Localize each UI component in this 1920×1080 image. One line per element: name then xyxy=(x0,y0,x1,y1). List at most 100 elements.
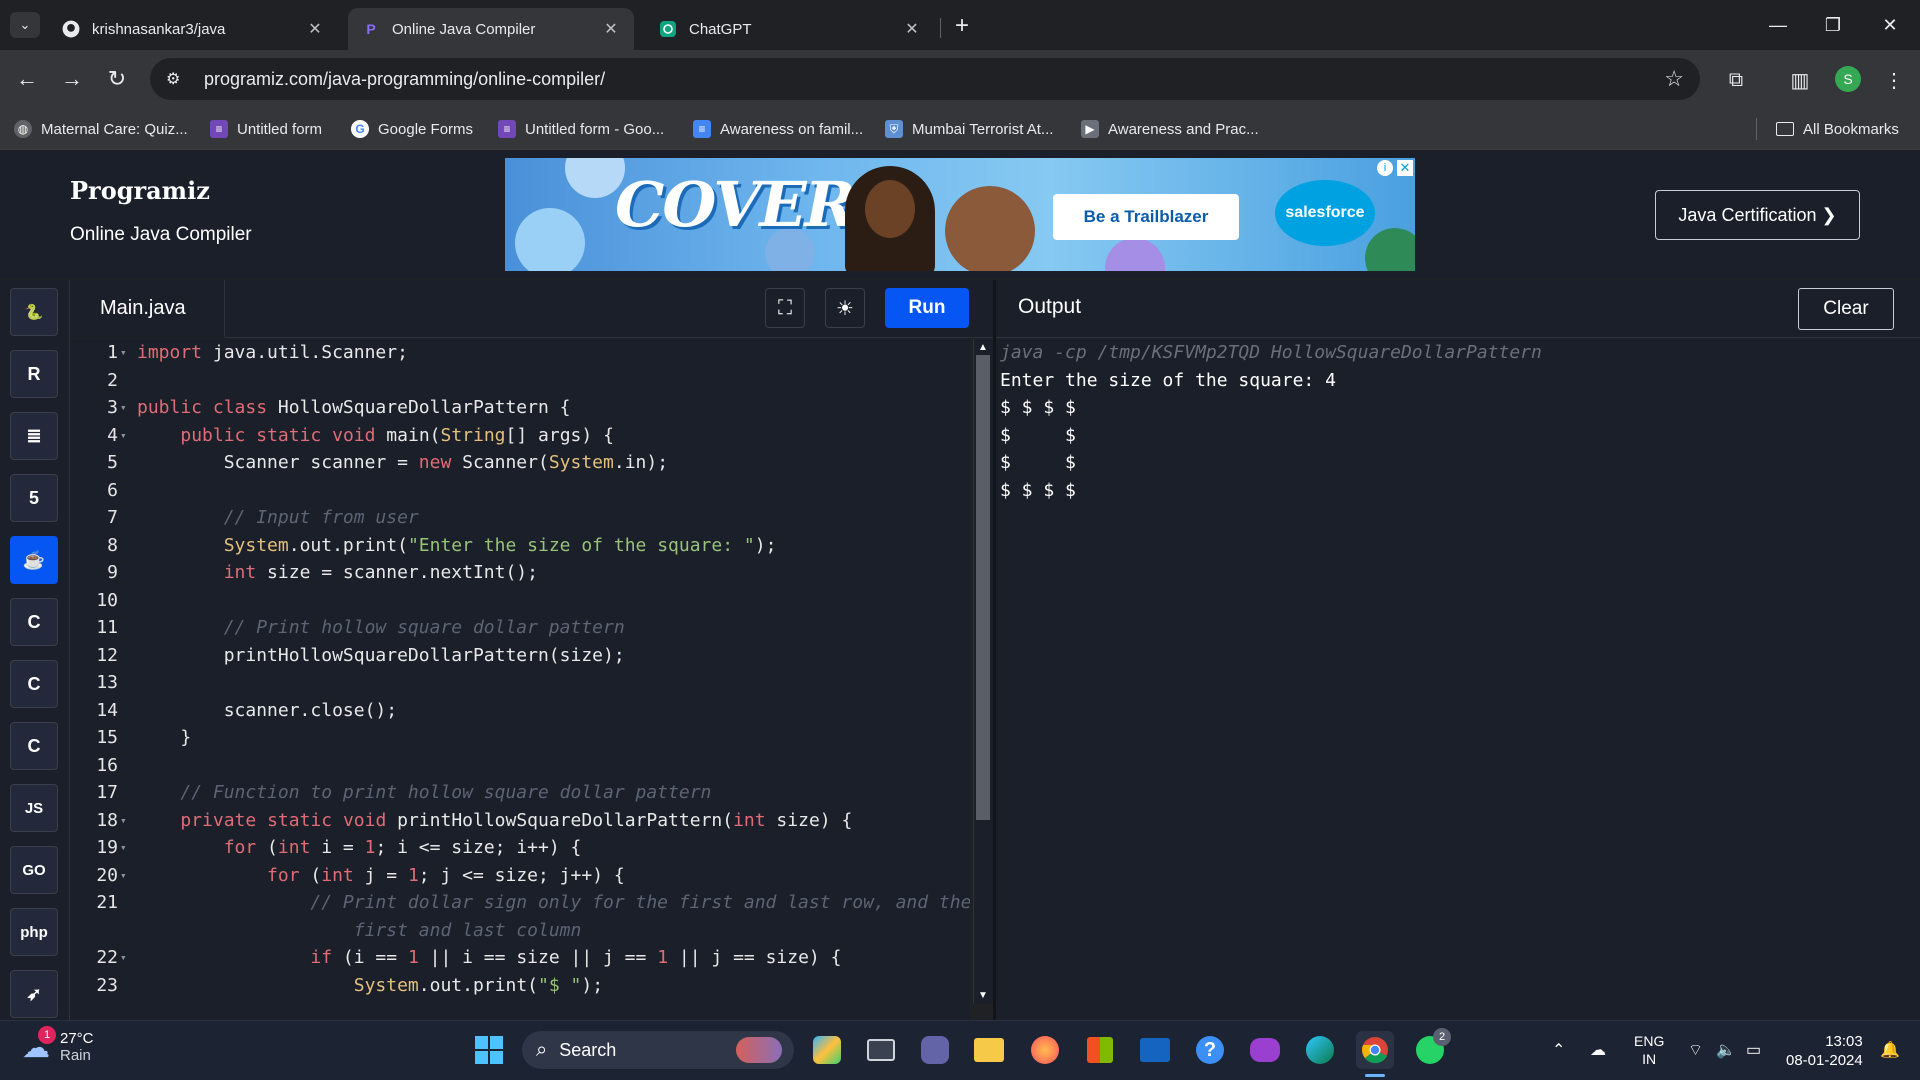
clear-button[interactable]: Clear xyxy=(1798,288,1894,330)
tab-chatgpt[interactable]: ChatGPT ✕ xyxy=(645,8,935,50)
chrome-icon[interactable] xyxy=(1356,1031,1394,1069)
code-line[interactable]: 4 ▾ public static void main(String[] args… xyxy=(70,422,970,450)
menu-icon[interactable]: ⋮ xyxy=(1880,66,1908,94)
chevron-up-icon[interactable]: ⌃ xyxy=(1552,1040,1565,1060)
game-icon[interactable] xyxy=(1246,1031,1284,1069)
restore-icon[interactable]: ❐ xyxy=(1815,10,1851,40)
tab-online-java-compiler[interactable]: P Online Java Compiler ✕ xyxy=(348,8,634,50)
code-line[interactable]: 10 xyxy=(70,587,970,615)
ad-banner[interactable]: COVER Be a Trailblazer salesforce i ✕ xyxy=(505,158,1415,271)
lang-sql-icon[interactable]: ≣ xyxy=(10,412,58,460)
fold-arrow-icon[interactable]: ▾ xyxy=(120,862,127,890)
file-explorer-icon[interactable] xyxy=(970,1031,1008,1069)
code-line[interactable]: 13 xyxy=(70,669,970,697)
lang-java-icon[interactable]: ☕ xyxy=(10,536,58,584)
code-line[interactable]: 1 ▾ import java.util.Scanner; xyxy=(70,339,970,367)
extensions-icon[interactable]: ⧉ xyxy=(1722,66,1750,94)
minimize-icon[interactable]: — xyxy=(1760,10,1796,40)
fullscreen-icon[interactable]: ⛶ xyxy=(765,288,805,328)
bookmark-item[interactable]: ◍ Maternal Care: Quiz... xyxy=(14,116,188,142)
code-line[interactable]: 16 xyxy=(70,752,970,780)
close-icon[interactable]: ✕ xyxy=(602,19,620,39)
ad-cta-button[interactable]: Be a Trailblazer xyxy=(1053,194,1239,240)
onedrive-icon[interactable]: ☁ xyxy=(1590,1040,1606,1060)
lang-cpp-icon[interactable]: C xyxy=(10,660,58,708)
ad-info-icon[interactable]: i xyxy=(1377,160,1393,176)
battery-icon[interactable]: ▭ xyxy=(1746,1040,1761,1060)
new-tab-button[interactable]: + xyxy=(948,12,976,40)
weather-widget[interactable]: ☁ 1 27°C Rain xyxy=(22,1026,94,1064)
back-icon[interactable]: ← xyxy=(12,64,42,94)
address-bar[interactable]: ⚙ programiz.com/java-programming/online-… xyxy=(150,58,1700,100)
mylo-icon[interactable] xyxy=(1136,1031,1174,1069)
lang-php-icon[interactable]: php xyxy=(10,908,58,956)
lang-r-icon[interactable]: R xyxy=(10,350,58,398)
ad-close-icon[interactable]: ✕ xyxy=(1397,160,1413,176)
fold-arrow-icon[interactable]: ▾ xyxy=(120,944,127,972)
code-editor[interactable]: 1 ▾ import java.util.Scanner; 2 3 ▾ public cla… xyxy=(70,339,970,1020)
edge-icon[interactable] xyxy=(1301,1031,1339,1069)
bookmark-item[interactable]: ≡ Untitled form xyxy=(210,116,322,142)
code-line[interactable]: 5 Scanner scanner = new Scanner(System.i… xyxy=(70,449,970,477)
volume-icon[interactable]: 🔈 xyxy=(1716,1040,1736,1060)
copilot-icon[interactable] xyxy=(808,1031,846,1069)
firefox-icon[interactable] xyxy=(1026,1031,1064,1069)
window-close-icon[interactable]: ✕ xyxy=(1872,10,1908,40)
bookmark-item[interactable]: ⛨ Mumbai Terrorist At... xyxy=(885,116,1053,142)
theme-toggle-icon[interactable]: ☀ xyxy=(825,288,865,328)
reload-icon[interactable]: ↻ xyxy=(102,64,132,94)
code-line[interactable]: 17 // Function to print hollow square do… xyxy=(70,779,970,807)
tab-github[interactable]: krishnasankar3/java ✕ xyxy=(48,8,338,50)
taskbar-search[interactable]: ⌕ Search xyxy=(522,1031,794,1069)
fold-arrow-icon[interactable]: ▾ xyxy=(120,422,127,450)
code-line[interactable]: 3 ▾ public class HollowSquareDollarPattern… xyxy=(70,394,970,422)
code-line[interactable]: 20 ▾ for (int j = 1; j <= size; j++) { xyxy=(70,862,970,890)
scrollbar-thumb[interactable] xyxy=(976,355,990,820)
code-line[interactable]: 11 // Print hollow square dollar pattern xyxy=(70,614,970,642)
lang-go-icon[interactable]: GO xyxy=(10,846,58,894)
bookmark-item[interactable]: G Google Forms xyxy=(351,116,473,142)
lang-csharp-icon[interactable]: C xyxy=(10,722,58,770)
language-indicator[interactable]: ENG IN xyxy=(1634,1032,1664,1068)
code-line[interactable]: 23 System.out.print("$ "); xyxy=(70,972,970,1000)
notifications-icon[interactable]: 🔔 xyxy=(1880,1040,1900,1060)
zoom-icon[interactable] xyxy=(916,1031,954,1069)
code-line[interactable]: 21 // Print dollar sign only for the fir… xyxy=(70,889,970,917)
help-icon[interactable]: ? xyxy=(1191,1031,1229,1069)
fold-arrow-icon[interactable]: ▾ xyxy=(120,807,127,835)
code-line[interactable]: 12 printHollowSquareDollarPattern(size); xyxy=(70,642,970,670)
code-line[interactable]: 6 xyxy=(70,477,970,505)
chevron-down-icon[interactable]: ⌄ xyxy=(10,12,40,38)
bookmark-item[interactable]: ≡ Untitled form - Goo... xyxy=(498,116,664,142)
lang-js-icon[interactable]: JS xyxy=(10,784,58,832)
output-console[interactable]: java -cp /tmp/KSFVMp2TQD HollowSquareDol… xyxy=(996,339,1920,1020)
scroll-down-icon[interactable]: ▼ xyxy=(976,990,990,1001)
store-icon[interactable] xyxy=(1081,1031,1119,1069)
bookmark-item[interactable]: ≡ Awareness on famil... xyxy=(693,116,863,142)
programiz-logo[interactable]: Programiz xyxy=(70,176,210,205)
code-line[interactable]: 15 } xyxy=(70,724,970,752)
code-line[interactable]: 2 xyxy=(70,367,970,395)
bookmark-item[interactable]: ▶ Awareness and Prac... xyxy=(1081,116,1259,142)
file-tab-main-java[interactable]: Main.java xyxy=(70,280,225,338)
code-line[interactable]: first and last column xyxy=(70,917,970,945)
profile-avatar[interactable]: S xyxy=(1835,66,1861,92)
code-line[interactable]: 9 int size = scanner.nextInt(); xyxy=(70,559,970,587)
run-button[interactable]: Run xyxy=(885,288,969,328)
side-panel-icon[interactable]: ▥ xyxy=(1786,66,1814,94)
lang-python-icon[interactable]: 🐍 xyxy=(10,288,58,336)
forward-icon[interactable]: → xyxy=(57,64,87,94)
code-line[interactable]: 14 scanner.close(); xyxy=(70,697,970,725)
clock[interactable]: 13:03 08-01-2024 xyxy=(1786,1032,1863,1070)
all-bookmarks[interactable]: All Bookmarks xyxy=(1776,116,1899,142)
scroll-up-icon[interactable]: ▲ xyxy=(976,342,990,353)
task-view-icon[interactable] xyxy=(862,1031,900,1069)
lang-html-icon[interactable]: 5 xyxy=(10,474,58,522)
lang-c-icon[interactable]: C xyxy=(10,598,58,646)
code-line[interactable]: 8 System.out.print("Enter the size of th… xyxy=(70,532,970,560)
code-line[interactable]: 19 ▾ for (int i = 1; i <= size; i++) { xyxy=(70,834,970,862)
bookmark-star-icon[interactable]: ☆ xyxy=(1664,66,1684,92)
code-line[interactable]: 18 ▾ private static void printHollowSquar… xyxy=(70,807,970,835)
fold-arrow-icon[interactable]: ▾ xyxy=(120,834,127,862)
code-line[interactable]: 22 ▾ if (i == 1 || i == size || j == 1 ||… xyxy=(70,944,970,972)
